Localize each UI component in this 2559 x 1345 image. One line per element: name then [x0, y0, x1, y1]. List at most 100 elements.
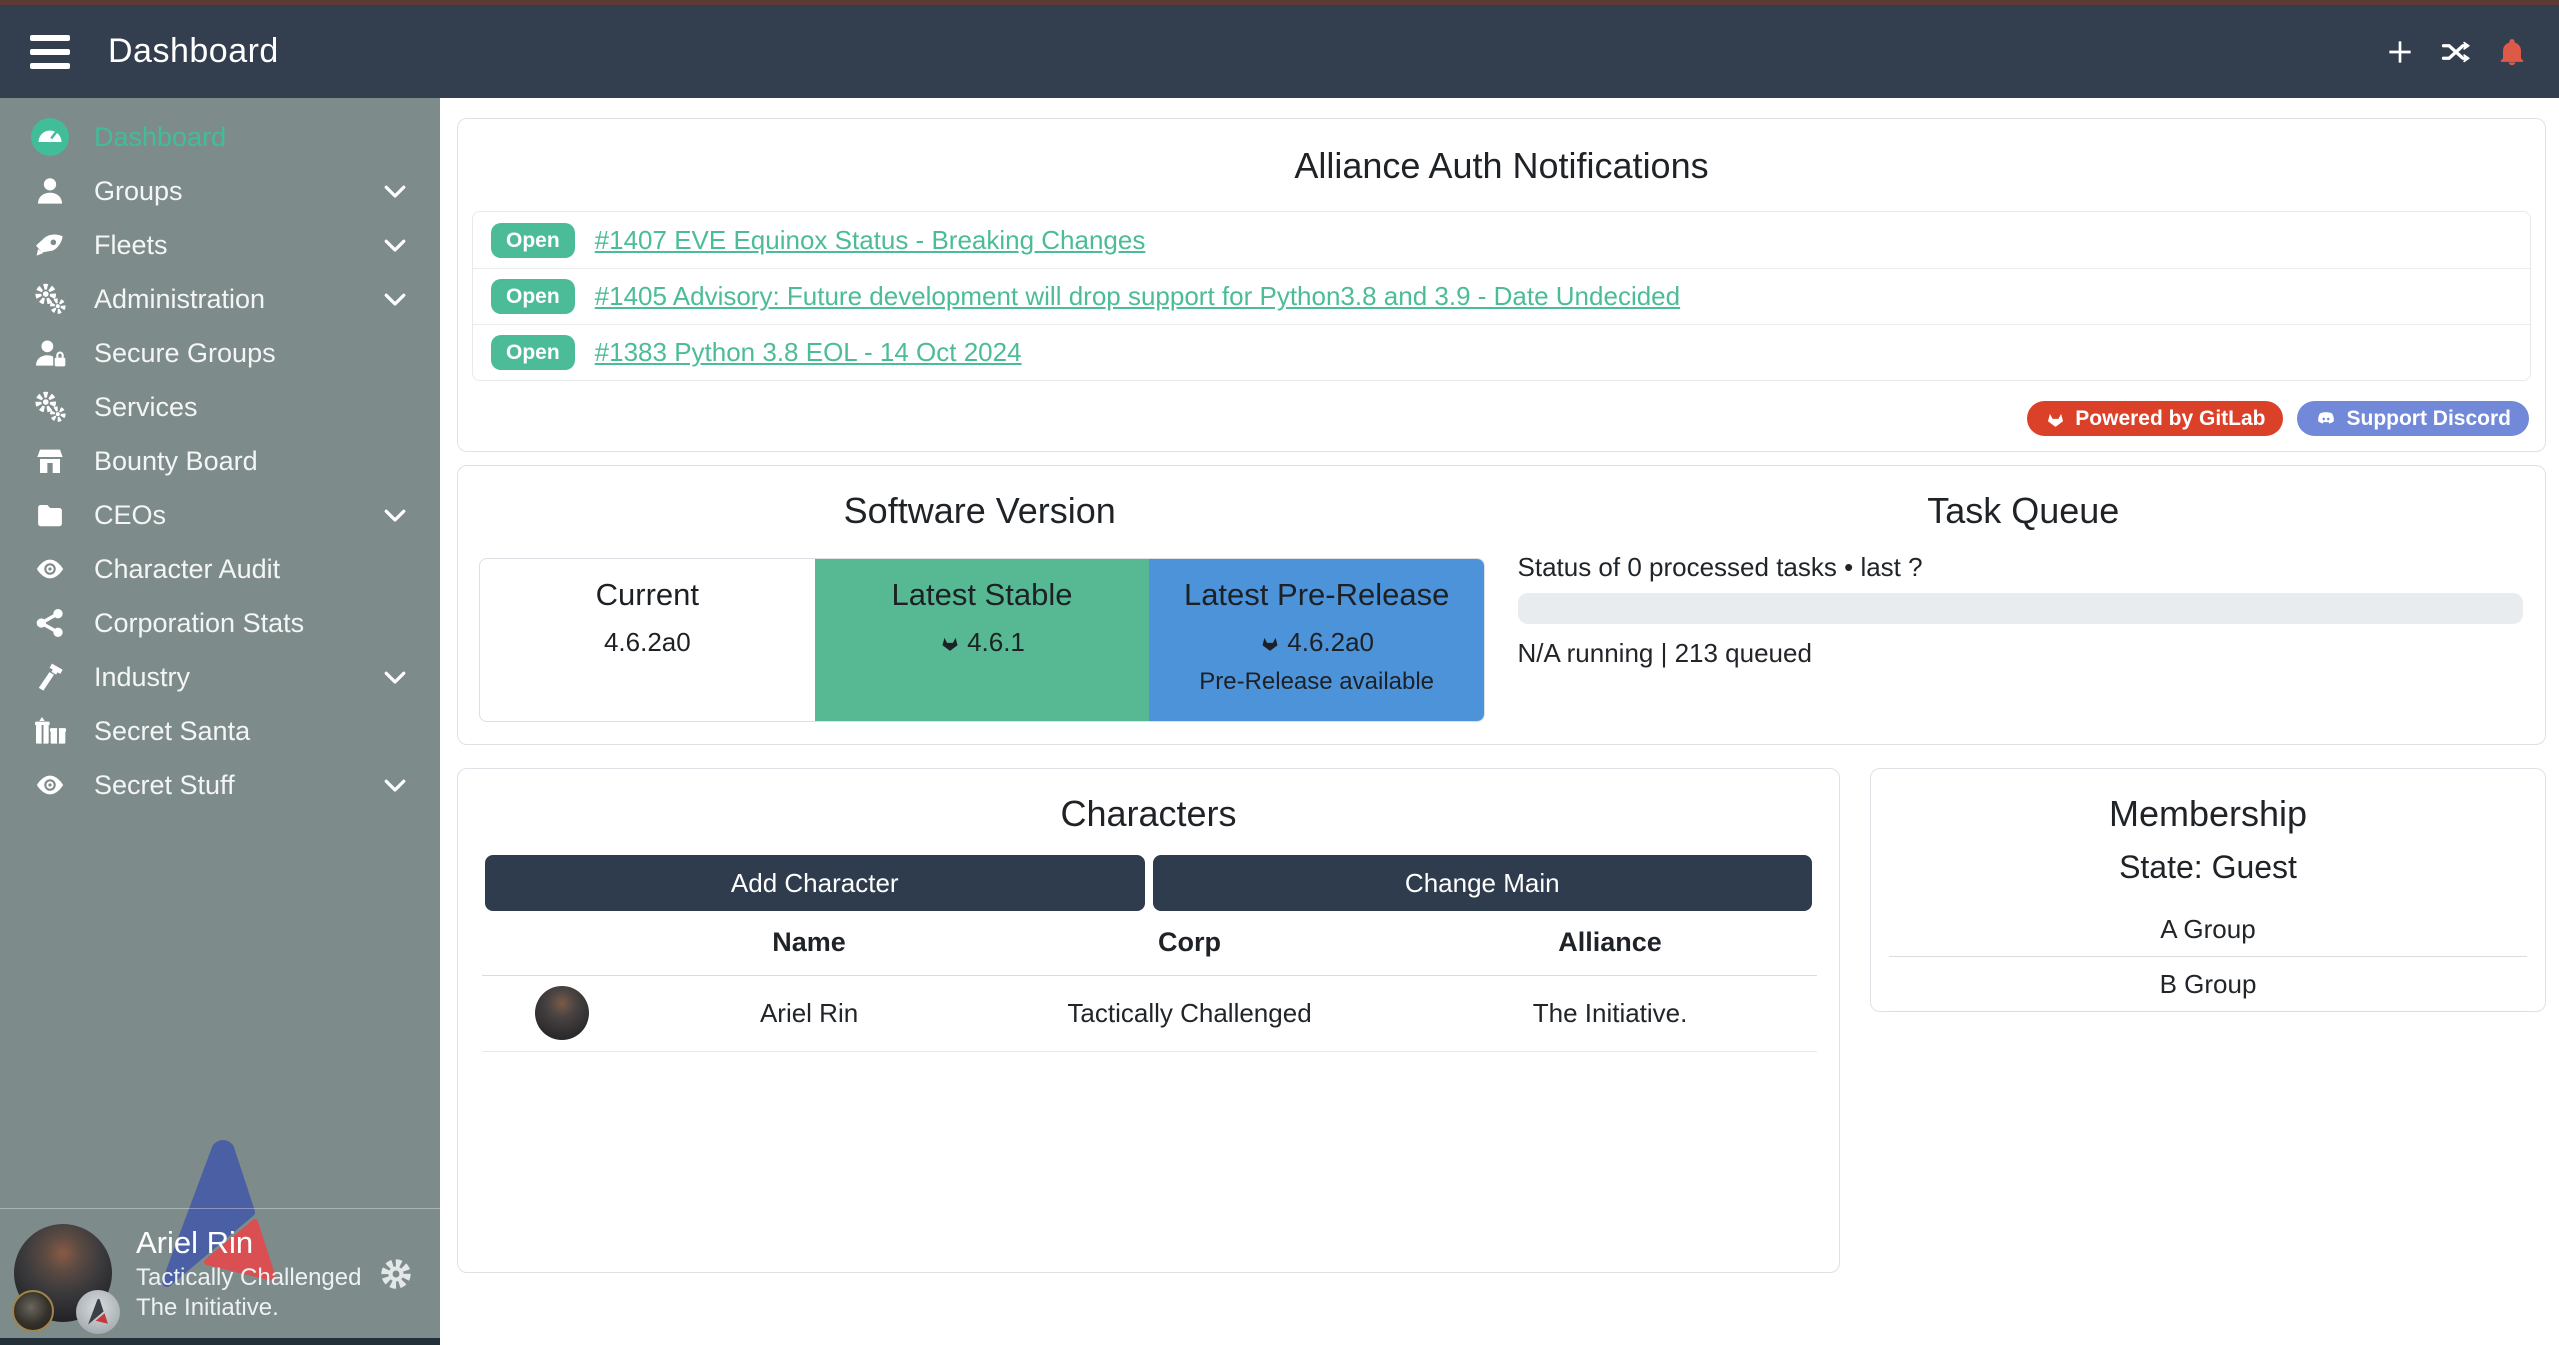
sidebar-item-secret-stuff[interactable]: Secret Stuff: [0, 758, 440, 812]
spaceship-icon: [30, 229, 70, 261]
menu-icon[interactable]: [30, 35, 70, 69]
characters-table-header: Name Corp Alliance: [482, 911, 1817, 975]
sidebar-item-label: Secure Groups: [94, 338, 276, 369]
notification-row: Open #1405 Advisory: Future development …: [473, 268, 2530, 324]
user-icon: [30, 175, 70, 207]
sidebar-item-label: Secret Santa: [94, 716, 250, 747]
version-box: Current 4.6.2a0 Latest Stable 4.6.1 Late…: [479, 558, 1485, 722]
character-corp: Tactically Challenged: [976, 975, 1403, 1051]
bell-icon[interactable]: [2495, 35, 2529, 69]
sidebar-item-dashboard[interactable]: Dashboard: [0, 110, 440, 164]
sidebar-nav: Dashboard Groups Fleets: [0, 98, 440, 812]
sidebar-item-administration[interactable]: Administration: [0, 272, 440, 326]
user-lock-icon: [30, 337, 70, 369]
sidebar-item-label: Services: [94, 392, 198, 423]
chevron-down-icon: [380, 500, 410, 530]
table-row[interactable]: Ariel Rin Tactically Challenged The Init…: [482, 975, 1817, 1051]
user-panel: Ariel Rin Tactically Challenged The Init…: [0, 1208, 440, 1338]
version-stable-value[interactable]: 4.6.1: [967, 627, 1025, 658]
footer-badges: Powered by GitLab Support Discord: [2027, 401, 2529, 436]
gitlab-badge[interactable]: Powered by GitLab: [2027, 401, 2283, 436]
version-prerelease-value[interactable]: 4.6.2a0: [1287, 627, 1374, 658]
hammer-icon: [30, 661, 70, 693]
discord-badge[interactable]: Support Discord: [2297, 401, 2529, 436]
version-current-value: 4.6.2a0: [480, 627, 815, 658]
membership-title: Membership: [1871, 793, 2545, 835]
main-content: Alliance Auth Notifications Open #1407 E…: [440, 98, 2559, 1345]
notifications-title: Alliance Auth Notifications: [458, 145, 2545, 187]
shuffle-icon[interactable]: [2439, 35, 2473, 69]
version-prerelease-label: Latest Pre-Release: [1149, 577, 1484, 613]
chevron-down-icon: [380, 284, 410, 314]
gitlab-tanuki-icon: [939, 633, 961, 653]
sidebar: Dashboard Groups Fleets: [0, 98, 440, 1345]
gear-icon[interactable]: [378, 1256, 414, 1292]
sidebar-item-label: CEOs: [94, 500, 166, 531]
version-prerelease-note: Pre-Release available: [1149, 668, 1484, 696]
name-column-header: Name: [642, 911, 976, 975]
notifications-list: Open #1407 EVE Equinox Status - Breaking…: [472, 211, 2531, 381]
sidebar-item-character-audit[interactable]: Character Audit: [0, 542, 440, 596]
notification-link[interactable]: #1383 Python 3.8 EOL - 14 Oct 2024: [595, 337, 1022, 368]
sidebar-item-label: Secret Stuff: [94, 770, 235, 801]
sidebar-item-corporation-stats[interactable]: Corporation Stats: [0, 596, 440, 650]
sidebar-item-bounty-board[interactable]: Bounty Board: [0, 434, 440, 488]
discord-icon: [2315, 409, 2337, 429]
eye-icon: [30, 554, 70, 584]
membership-panel: Membership State: Guest A Group B Group: [1870, 768, 2546, 1012]
gitlab-tanuki-icon: [1259, 633, 1281, 653]
sidebar-item-groups[interactable]: Groups: [0, 164, 440, 218]
sidebar-item-services[interactable]: Services: [0, 380, 440, 434]
navbar: Dashboard: [0, 5, 2559, 98]
group-row: A Group: [1889, 902, 2527, 957]
share-icon: [30, 607, 70, 639]
sidebar-item-industry[interactable]: Industry: [0, 650, 440, 704]
gears-icon: [30, 282, 70, 316]
membership-groups: A Group B Group: [1889, 902, 2527, 1012]
task-queue-title: Task Queue: [1502, 490, 2546, 532]
add-character-button[interactable]: Add Character: [485, 855, 1145, 911]
sidebar-item-fleets[interactable]: Fleets: [0, 218, 440, 272]
chevron-down-icon: [380, 662, 410, 692]
character-alliance: The Initiative.: [1403, 975, 1817, 1051]
task-queue-section: Task Queue Status of 0 processed tasks •…: [1502, 466, 2546, 744]
sidebar-item-label: Bounty Board: [94, 446, 258, 477]
task-queue-counts: N/A running | 213 queued: [1518, 638, 1812, 669]
sidebar-item-label: Corporation Stats: [94, 608, 304, 639]
software-version-section: Software Version Current 4.6.2a0 Latest …: [458, 466, 1502, 744]
characters-table: Name Corp Alliance Ariel Rin Tactically …: [482, 911, 1817, 1052]
notification-link[interactable]: #1405 Advisory: Future development will …: [595, 281, 1680, 312]
navbar-actions: [2383, 35, 2529, 69]
chevron-down-icon: [380, 770, 410, 800]
sidebar-item-ceos[interactable]: CEOs: [0, 488, 440, 542]
sidebar-item-label: Character Audit: [94, 554, 280, 585]
notifications-panel: Alliance Auth Notifications Open #1407 E…: [457, 118, 2546, 452]
corp-column-header: Corp: [976, 911, 1403, 975]
software-version-title: Software Version: [458, 490, 1502, 532]
folder-icon: [30, 500, 70, 530]
sidebar-item-label: Industry: [94, 662, 190, 693]
user-avatar: [14, 1224, 114, 1324]
character-row-portrait: [535, 986, 589, 1040]
notification-link[interactable]: #1407 EVE Equinox Status - Breaking Chan…: [595, 225, 1146, 256]
sidebar-item-secure-groups[interactable]: Secure Groups: [0, 326, 440, 380]
store-icon: [30, 445, 70, 477]
version-current: Current 4.6.2a0: [480, 559, 815, 721]
group-row: B Group: [1889, 957, 2527, 1012]
gitlab-badge-label: Powered by GitLab: [2075, 407, 2265, 431]
notification-row: Open #1407 EVE Equinox Status - Breaking…: [473, 212, 2530, 268]
version-taskqueue-panel: Software Version Current 4.6.2a0 Latest …: [457, 465, 2546, 745]
version-stable: Latest Stable 4.6.1: [815, 559, 1150, 721]
sidebar-item-secret-santa[interactable]: Secret Santa: [0, 704, 440, 758]
sidebar-item-label: Fleets: [94, 230, 168, 261]
sidebar-item-label: Groups: [94, 176, 183, 207]
portrait-column-header: [482, 911, 642, 975]
add-icon[interactable]: [2383, 35, 2417, 69]
sidebar-item-label: Administration: [94, 284, 265, 315]
notification-row: Open #1383 Python 3.8 EOL - 14 Oct 2024: [473, 324, 2530, 380]
page-title: Dashboard: [108, 32, 279, 71]
change-main-button[interactable]: Change Main: [1153, 855, 1813, 911]
chevron-down-icon: [380, 230, 410, 260]
character-name: Ariel Rin: [642, 975, 976, 1051]
user-alliance: The Initiative.: [136, 1293, 361, 1323]
